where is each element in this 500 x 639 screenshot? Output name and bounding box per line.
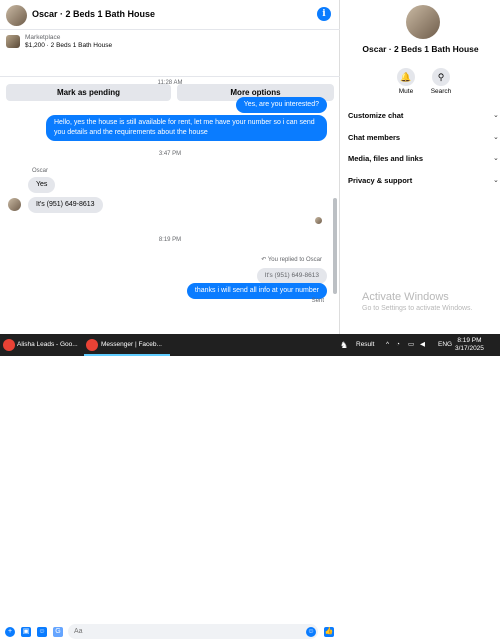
reply-note-text: You replied to Oscar <box>267 257 322 263</box>
chevron-down-icon[interactable]: ⌄ <box>493 154 499 162</box>
listing-label: Marketplace <box>25 34 61 41</box>
marketplace-listing: Marketplace $1,200 · 2 Beds 1 Bath House… <box>0 31 340 101</box>
reply-note: ↶ You replied to Oscar <box>261 257 322 263</box>
like-icon[interactable]: 👍 <box>324 627 334 637</box>
listing-detail[interactable]: $1,200 · 2 Beds 1 Bath House <box>25 42 112 49</box>
clock-time: 8:19 PM <box>457 337 482 344</box>
chrome-icon[interactable] <box>3 339 15 351</box>
quoted-message[interactable]: It's (951) 649-8613 <box>256 268 327 284</box>
outgoing-message[interactable]: thanks i will send all info at your numb… <box>186 283 327 299</box>
contact-name: Oscar · 2 Beds 1 Bath House <box>362 44 479 54</box>
tray-result[interactable]: Result <box>356 334 374 356</box>
message-thread: 11:28 AM Yes, are you interested? Hello,… <box>0 78 340 308</box>
info-icon[interactable]: i <box>317 7 331 21</box>
photo-icon[interactable]: ▣ <box>21 627 31 637</box>
chat-title[interactable]: Oscar · 2 Beds 1 Bath House <box>32 9 155 19</box>
chevron-down-icon[interactable]: ⌄ <box>493 176 499 184</box>
taskbar-item-alisha-leads[interactable]: Alisha Leads - Goo... <box>17 334 78 356</box>
chevron-down-icon[interactable]: ⌄ <box>493 111 499 119</box>
clock-date: 3/17/2025 <box>455 345 484 352</box>
sticker-icon[interactable]: ☺ <box>37 627 47 637</box>
outgoing-message[interactable]: Hello, yes the house is still available … <box>46 115 327 141</box>
chat-header: Oscar · 2 Beds 1 Bath House i <box>0 0 340 30</box>
wifi-icon[interactable]: ◔ <box>396 334 400 356</box>
composer: + ▣ ☺ G ☺ 👍 <box>0 311 340 639</box>
contact-avatar[interactable] <box>6 5 27 26</box>
sender-name: Oscar <box>32 168 49 174</box>
incoming-message[interactable]: Yes <box>28 177 56 193</box>
scrollbar-thumb[interactable] <box>333 198 337 294</box>
emoji-icon[interactable]: ☺ <box>306 627 316 637</box>
taskbar-item-messenger[interactable]: Messenger | Faceb... <box>84 334 170 356</box>
messenger-app: Oscar · 2 Beds 1 Bath House i Marketplac… <box>0 0 500 639</box>
section-chat-members[interactable]: Chat members <box>348 133 400 142</box>
section-privacy-support[interactable]: Privacy & support <box>348 176 412 185</box>
bell-icon[interactable]: ♞ <box>340 334 348 356</box>
timestamp: 3:47 PM <box>158 151 182 157</box>
network-icon[interactable]: ▭ <box>408 334 414 356</box>
language-indicator[interactable]: ENG <box>438 334 452 356</box>
chevron-down-icon[interactable]: ⌄ <box>493 133 499 141</box>
sender-avatar[interactable] <box>8 198 21 211</box>
volume-icon[interactable]: ◀ <box>420 334 425 356</box>
listing-thumbnail[interactable] <box>6 35 20 48</box>
read-receipt-avatar <box>315 217 322 224</box>
bell-icon[interactable]: 🔔 <box>397 68 415 86</box>
contact-avatar-large[interactable] <box>406 5 440 39</box>
outgoing-message[interactable]: Yes, are you interested? <box>235 97 327 113</box>
message-input[interactable] <box>68 624 318 639</box>
conversation-details: Oscar · 2 Beds 1 Bath House 🔔 Mute ⚲ Sea… <box>341 0 500 334</box>
section-customize-chat[interactable]: Customize chat <box>348 111 403 120</box>
chat-pane: Oscar · 2 Beds 1 Bath House i Marketplac… <box>0 0 340 639</box>
timestamp: 8:19 PM <box>158 237 182 243</box>
taskbar: Alisha Leads - Goo... Messenger | Faceb.… <box>0 334 500 356</box>
activate-windows-title: Activate Windows <box>362 291 449 303</box>
plus-icon[interactable]: + <box>5 627 15 637</box>
chevron-up-icon[interactable]: ^ <box>386 334 389 356</box>
gif-icon[interactable]: G <box>53 627 63 637</box>
clock[interactable]: 8:19 PM 3/17/2025 <box>455 337 484 353</box>
section-media-files-links[interactable]: Media, files and links <box>348 154 423 163</box>
search-label[interactable]: Search <box>426 88 456 95</box>
mute-label[interactable]: Mute <box>391 88 421 95</box>
activate-windows-subtitle: Go to Settings to activate Windows. <box>362 305 473 312</box>
sent-status: Sent <box>311 298 324 304</box>
timestamp: 11:28 AM <box>157 80 183 86</box>
incoming-message[interactable]: It's (951) 649-8613 <box>28 197 103 213</box>
search-icon[interactable]: ⚲ <box>432 68 450 86</box>
